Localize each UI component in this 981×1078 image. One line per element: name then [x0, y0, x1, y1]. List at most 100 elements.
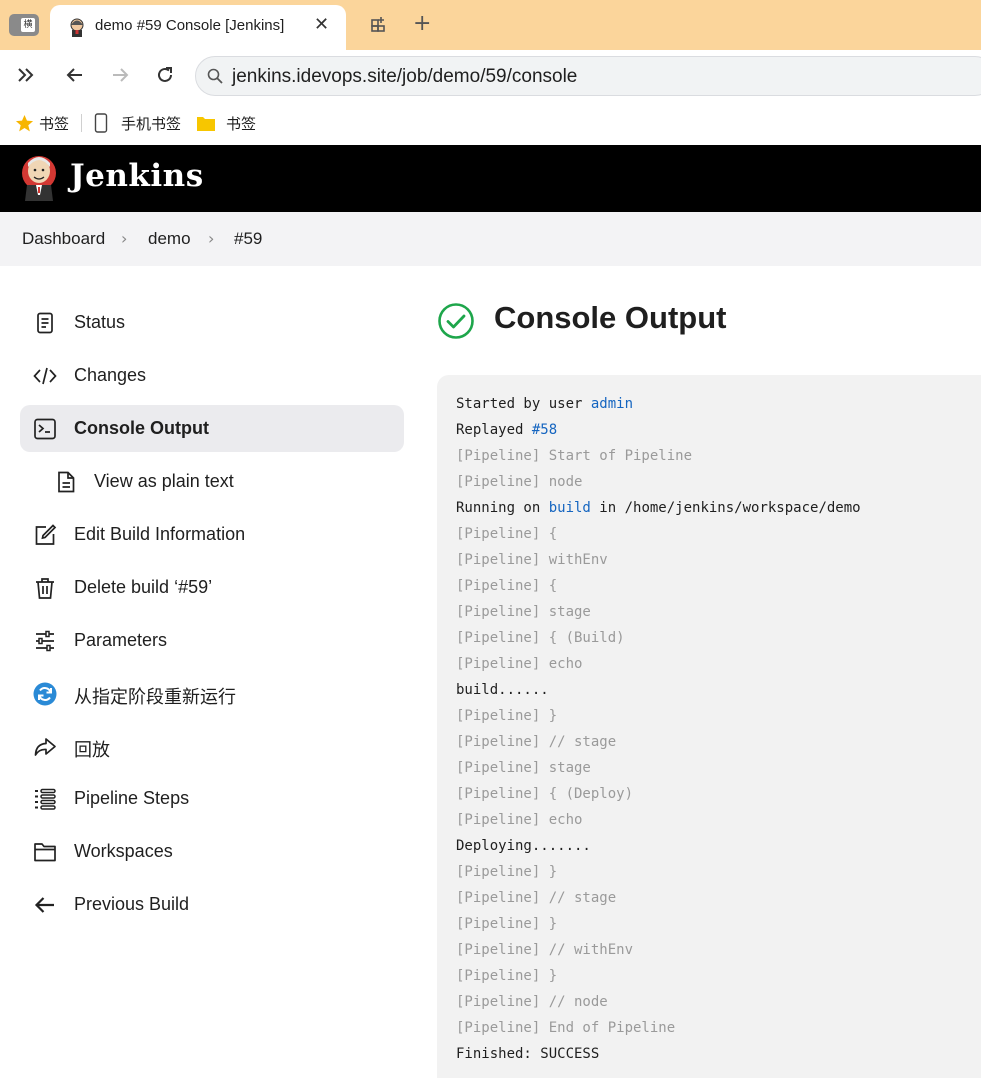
console-line: [Pipeline] // withEnv — [456, 942, 634, 958]
console-line: Deploying....... — [456, 838, 591, 854]
console-line: [Pipeline] stage — [456, 604, 591, 620]
console-line: Finished: SUCCESS — [456, 1046, 600, 1062]
console-line: [Pipeline] echo — [456, 656, 583, 672]
console-line: [Pipeline] } — [456, 864, 558, 880]
restart-icon — [33, 682, 57, 706]
url-text: jenkins.idevops.site/job/demo/59/console — [232, 66, 578, 87]
breadcrumb-build[interactable]: #59 — [234, 229, 262, 249]
terminal-icon — [34, 418, 56, 440]
address-bar[interactable]: jenkins.idevops.site/job/demo/59/console — [195, 56, 981, 96]
sliders-icon — [36, 630, 54, 652]
console-line: [Pipeline] // node — [456, 994, 608, 1010]
list-icon — [35, 788, 56, 810]
document-icon — [58, 471, 75, 493]
tab-search-icon[interactable] — [369, 14, 389, 34]
sidebar-item-label: 从指定阶段重新运行 — [74, 687, 236, 707]
trash-icon — [36, 578, 54, 599]
console-line: Started by user admin — [456, 391, 981, 417]
edit-icon — [35, 524, 57, 545]
sidebar-item-delete-build[interactable]: Delete build ‘#59’ — [20, 564, 404, 611]
agent-link[interactable]: build — [549, 500, 591, 516]
phone-icon — [94, 113, 108, 133]
breadcrumb-separator: › — [208, 229, 215, 248]
status-icon — [37, 312, 53, 334]
console-line: Replayed #58 — [456, 417, 981, 443]
jenkins-logo-icon[interactable] — [20, 153, 58, 203]
sidebar-item-previous-build[interactable]: Previous Build — [20, 881, 404, 928]
console-line: [Pipeline] } — [456, 708, 558, 724]
forward-icon[interactable] — [109, 64, 131, 86]
success-status-icon — [438, 303, 474, 339]
breadcrumb: Dashboard › demo › #59 — [0, 212, 981, 266]
sidebar-item-changes[interactable]: Changes — [20, 352, 404, 399]
sidebar-item-label: Edit Build Information — [74, 524, 246, 544]
bookmarks-bar: 书签 手机书签 书签 — [0, 102, 981, 145]
console-line: [Pipeline] { — [456, 526, 558, 542]
bookmark-label: 手机书签 — [121, 115, 182, 133]
tab-group-button[interactable]: 横 — [9, 14, 39, 36]
console-line: [Pipeline] End of Pipeline — [456, 1020, 676, 1036]
console-line: [Pipeline] // stage — [456, 890, 617, 906]
bookmark-item[interactable]: 书签 — [196, 113, 256, 133]
sidebar-item-label: Pipeline Steps — [74, 788, 190, 808]
sidebar-item-label: View as plain text — [94, 471, 234, 491]
console-text: Running on — [456, 500, 549, 516]
breadcrumb-job[interactable]: demo — [148, 229, 191, 249]
back-icon[interactable] — [64, 64, 86, 86]
sidebar-item-console-output[interactable]: Console Output — [20, 405, 404, 452]
sidebar-item-label: Previous Build — [74, 894, 190, 914]
search-icon — [207, 68, 223, 84]
console-line: build...... — [456, 682, 549, 698]
code-icon — [33, 367, 57, 385]
tab-title: demo #59 Console [Jenkins] — [95, 17, 285, 34]
sidebar-item-replay[interactable]: 回放 — [20, 723, 404, 770]
console-text: in /home/jenkins/workspace/demo — [590, 500, 861, 516]
console-text: Started by user — [456, 396, 591, 412]
breadcrumb-dashboard[interactable]: Dashboard — [22, 229, 105, 249]
sidebar-item-workspaces[interactable]: Workspaces — [20, 828, 404, 875]
bookmark-separator — [81, 114, 82, 132]
console-line: [Pipeline] stage — [456, 760, 591, 776]
sidebar-item-label: Parameters — [74, 630, 168, 650]
console-line: [Pipeline] withEnv — [456, 552, 608, 568]
reload-icon[interactable] — [154, 64, 176, 86]
console-line: [Pipeline] node — [456, 474, 583, 490]
bookmark-item[interactable]: 手机书签 — [94, 113, 181, 133]
sidebar-item-pipeline-steps[interactable]: Pipeline Steps — [20, 775, 404, 822]
star-icon — [15, 114, 34, 131]
browser-tab-bar: 横 demo #59 Console [Jenkins] ✕ + — [0, 0, 981, 50]
console-line: [Pipeline] echo — [456, 812, 583, 828]
page-title: Console Output — [494, 300, 727, 335]
sidebar-item-label: Console Output — [74, 418, 209, 438]
new-tab-icon[interactable]: + — [413, 11, 431, 36]
arrow-left-icon — [34, 897, 54, 913]
sidebar-item-edit-build-information[interactable]: Edit Build Information — [20, 511, 404, 558]
bookmark-item[interactable]: 书签 — [15, 113, 69, 133]
browser-toolbar: jenkins.idevops.site/job/demo/59/console — [0, 50, 981, 102]
console-line: [Pipeline] { (Build) — [456, 630, 625, 646]
folder-icon — [34, 843, 56, 862]
replay-icon — [34, 738, 56, 756]
console-line: [Pipeline] } — [456, 968, 558, 984]
sidebar-toggle-icon[interactable] — [15, 64, 37, 86]
console-line: Running on build in /home/jenkins/worksp… — [456, 495, 981, 521]
console-line: [Pipeline] { (Deploy) — [456, 786, 634, 802]
sidebar-item-label: 回放 — [74, 740, 110, 760]
browser-tab-active[interactable]: demo #59 Console [Jenkins] ✕ — [50, 5, 346, 50]
build-link[interactable]: #58 — [532, 422, 557, 438]
console-text: Replayed — [456, 422, 532, 438]
bookmark-label: 书签 — [39, 115, 70, 133]
sidebar-item-label: Changes — [74, 365, 147, 385]
user-link[interactable]: admin — [591, 396, 633, 412]
sidebar-item-parameters[interactable]: Parameters — [20, 617, 404, 664]
console-line: [Pipeline] // stage — [456, 734, 617, 750]
sidebar-item-restart-from-stage[interactable]: 从指定阶段重新运行 — [20, 670, 404, 717]
tab-close-icon[interactable]: ✕ — [314, 14, 329, 35]
jenkins-brand[interactable]: Jenkins — [70, 158, 204, 194]
console-line: [Pipeline] Start of Pipeline — [456, 448, 693, 464]
sidebar-item-label: Status — [74, 312, 126, 332]
tab-group-label: 横 — [21, 18, 35, 32]
sidebar-item-view-plain-text[interactable]: View as plain text — [20, 458, 404, 505]
sidebar-item-status[interactable]: Status — [20, 299, 404, 346]
console-output: Started by user admin Replayed #58 [Pipe… — [437, 375, 981, 1078]
